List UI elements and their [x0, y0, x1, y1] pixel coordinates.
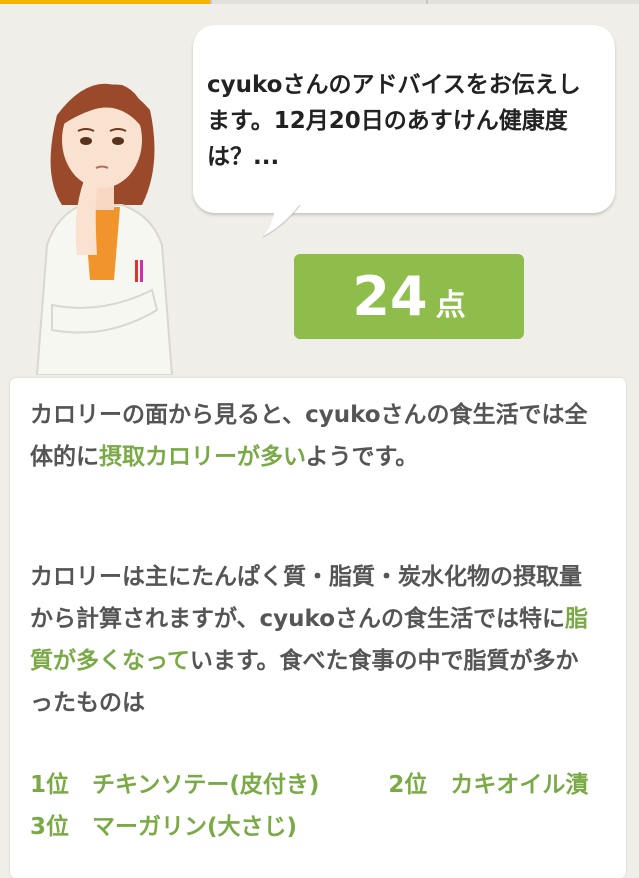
advice-text: カロリーは主にたんぱく質・脂質・炭水化物の摂取量から計算されますが、cyukoさ…	[30, 564, 582, 632]
advice-speech-bubble: cyukoさんのアドバイスをお伝えします。12月20日のあすけん健康度は？...	[193, 25, 615, 213]
tab-divider	[426, 0, 428, 4]
ranking-item: 2位 カキオイル漬	[388, 772, 589, 798]
advice-text: ようです。	[305, 444, 419, 470]
doctor-thinking-illustration	[35, 83, 174, 375]
ranking-item: 3位 マーガリン(大さじ)	[30, 814, 298, 840]
fat-advice-paragraph: カロリーは主にたんぱく質・脂質・炭水化物の摂取量から計算されますが、cyukoさ…	[30, 556, 596, 724]
score-value: 24	[352, 265, 428, 328]
health-score-badge: 24 点	[294, 254, 524, 339]
highlight-text: 摂取カロリーが多い	[99, 444, 306, 470]
tab-divider	[210, 0, 212, 4]
speech-bubble-tail	[262, 205, 301, 238]
advice-card: カロリーの面から見ると、cyukoさんの食生活では全体的に摂取カロリーが多いよう…	[10, 378, 626, 878]
calorie-advice-paragraph: カロリーの面から見ると、cyukoさんの食生活では全体的に摂取カロリーが多いよう…	[30, 394, 596, 478]
advisor-message: cyukoさんのアドバイスをお伝えします。12月20日のあすけん健康度は？...	[207, 72, 581, 170]
tab-active-indicator[interactable]	[0, 0, 210, 4]
tab-bar	[0, 0, 639, 4]
fat-ranking-list: 1位 チキンソテー(皮付き) 2位 カキオイル漬 3位 マーガリン(大さじ)	[30, 764, 596, 848]
score-unit: 点	[435, 288, 466, 323]
ranking-item: 1位 チキンソテー(皮付き)	[30, 772, 320, 798]
